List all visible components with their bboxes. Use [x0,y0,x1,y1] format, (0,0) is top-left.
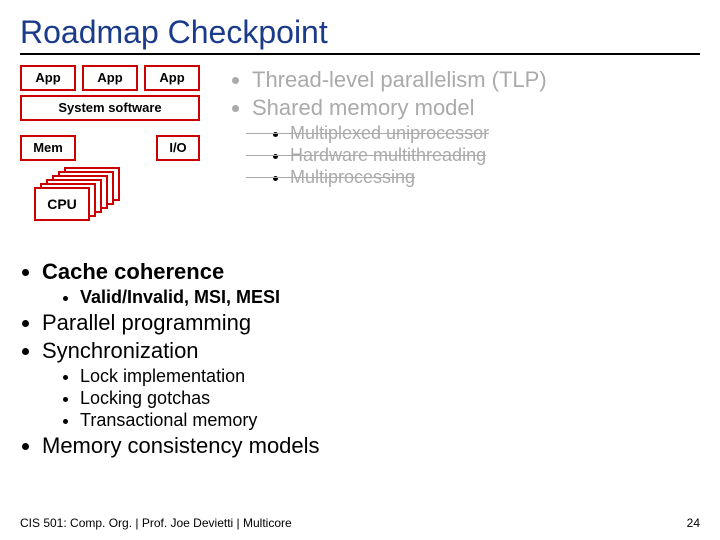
bullet-transactional-memory: Transactional memory [80,410,700,431]
app-box-3: App [144,65,200,91]
cpu-box-front: CPU [34,187,90,221]
top-right-bullets: Thread-level parallelism (TLP) Shared me… [230,65,700,189]
io-box: I/O [156,135,200,161]
bullet-memory-consistency: Memory consistency models [42,433,700,459]
architecture-diagram: App App App System software Mem I/O CPU [20,65,230,255]
app-box-2: App [82,65,138,91]
bullet-valid-invalid: Valid/Invalid, MSI, MESI [80,287,700,308]
bullet-locking-gotchas: Locking gotchas [80,388,700,409]
bullet-synchronization: Synchronization [42,338,700,364]
bullet-parallel-programming: Parallel programming [42,310,700,336]
bullet-cache-coherence: Cache coherence [42,259,700,285]
lower-bullets: Cache coherence Valid/Invalid, MSI, MESI… [20,259,700,459]
bullet-mp: Multiprocessing [290,167,700,188]
slide-footer: CIS 501: Comp. Org. | Prof. Joe Devietti… [20,516,700,530]
bullet-hmt: Hardware multithreading [290,145,700,166]
footer-left: CIS 501: Comp. Org. | Prof. Joe Devietti… [20,516,292,530]
mem-box: Mem [20,135,76,161]
page-number: 24 [687,516,700,530]
bullet-mux-text: Multiplexed uniprocessor [290,123,489,143]
title-underline [20,53,700,55]
slide-title: Roadmap Checkpoint [20,14,700,51]
bullet-mp-text: Multiprocessing [290,167,415,187]
system-software-box: System software [20,95,200,121]
bullet-lock-impl: Lock implementation [80,366,700,387]
bullet-mux: Multiplexed uniprocessor [290,123,700,144]
bullet-smm: Shared memory model [252,95,700,121]
bullet-hmt-text: Hardware multithreading [290,145,486,165]
app-box-1: App [20,65,76,91]
bullet-tlp: Thread-level parallelism (TLP) [252,67,700,93]
